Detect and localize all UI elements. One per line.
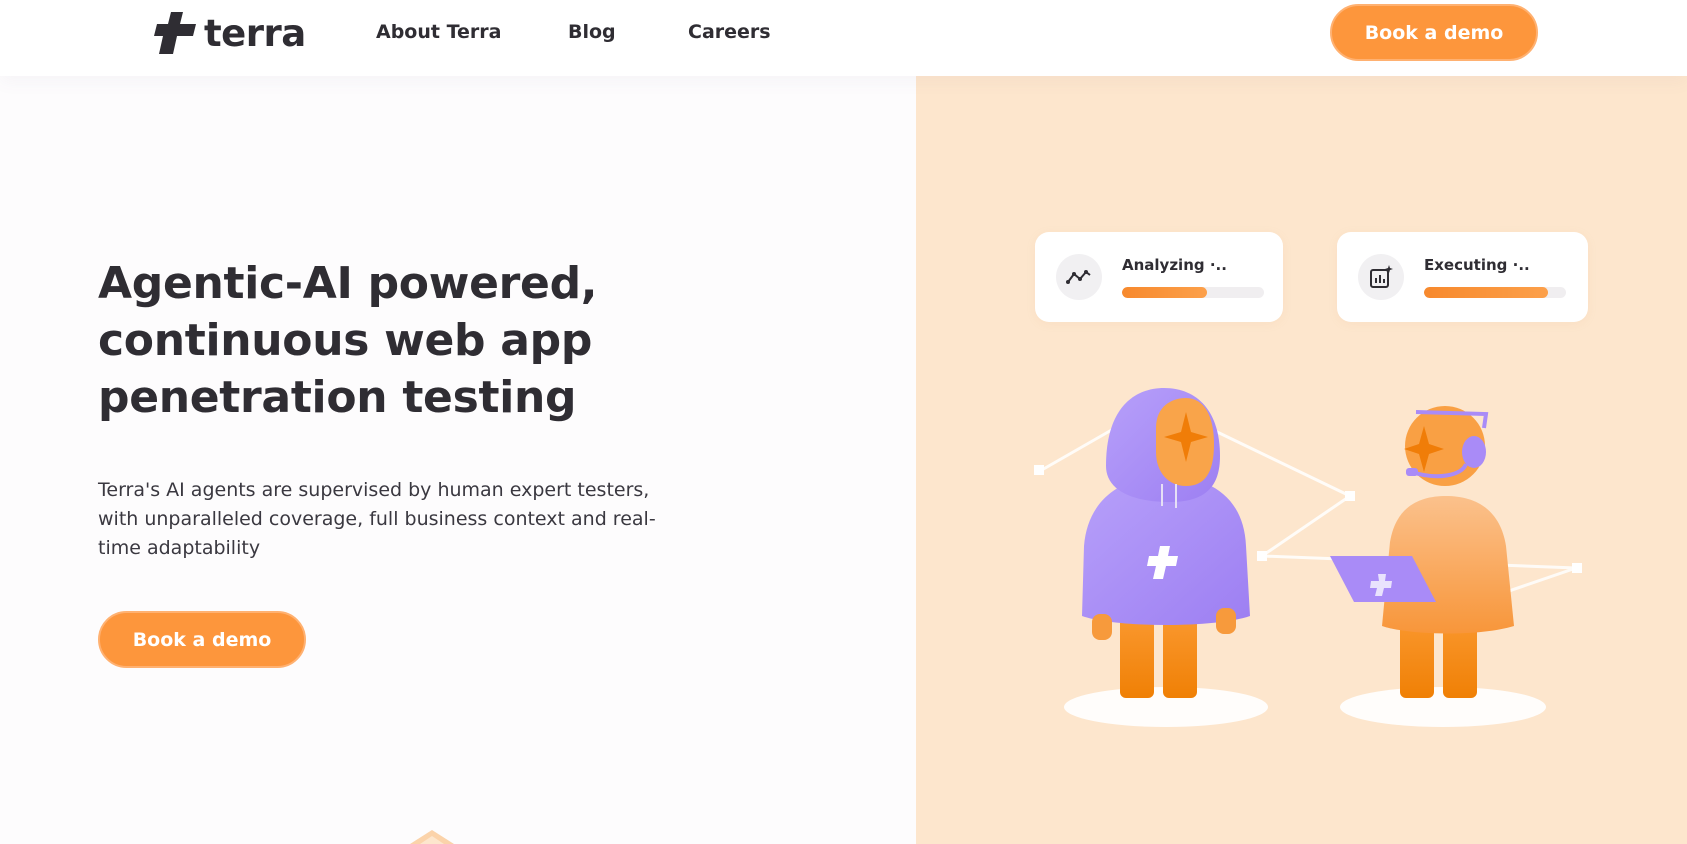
analyzing-progress-bar	[1122, 287, 1264, 298]
agents-illustration	[1034, 388, 1582, 727]
logo-text: terra	[204, 11, 306, 55]
analyzing-label: Analyzing ·..	[1122, 256, 1227, 274]
hero-illustration-panel: Analyzing ·.. Executing ·..	[916, 76, 1687, 844]
site-header: terra About Terra Blog Careers Book a de…	[0, 0, 1687, 76]
executing-label: Executing ·..	[1424, 256, 1530, 274]
nav-blog[interactable]: Blog	[568, 20, 616, 44]
chart-line-icon	[1056, 254, 1102, 300]
book-demo-hero-button[interactable]: Book a demo	[98, 611, 306, 668]
terra-logo[interactable]: terra	[154, 12, 306, 54]
book-demo-header-button[interactable]: Book a demo	[1330, 4, 1538, 61]
analyzing-status-card: Analyzing ·..	[1035, 232, 1283, 322]
bar-chart-sparkle-icon	[1358, 254, 1404, 300]
analyzing-progress-fill	[1122, 287, 1208, 298]
decorative-shape	[410, 830, 454, 844]
hero-subtitle: Terra's AI agents are supervised by huma…	[98, 479, 656, 559]
terra-logo-icon	[154, 12, 196, 54]
nav-careers[interactable]: Careers	[688, 20, 771, 44]
nav-about-terra[interactable]: About Terra	[376, 20, 501, 44]
hero-title: Agentic-AI powered, continuous web app p…	[98, 258, 598, 423]
executing-status-card: Executing ·..	[1337, 232, 1588, 322]
executing-progress-bar	[1424, 287, 1566, 298]
executing-progress-fill	[1424, 287, 1548, 298]
